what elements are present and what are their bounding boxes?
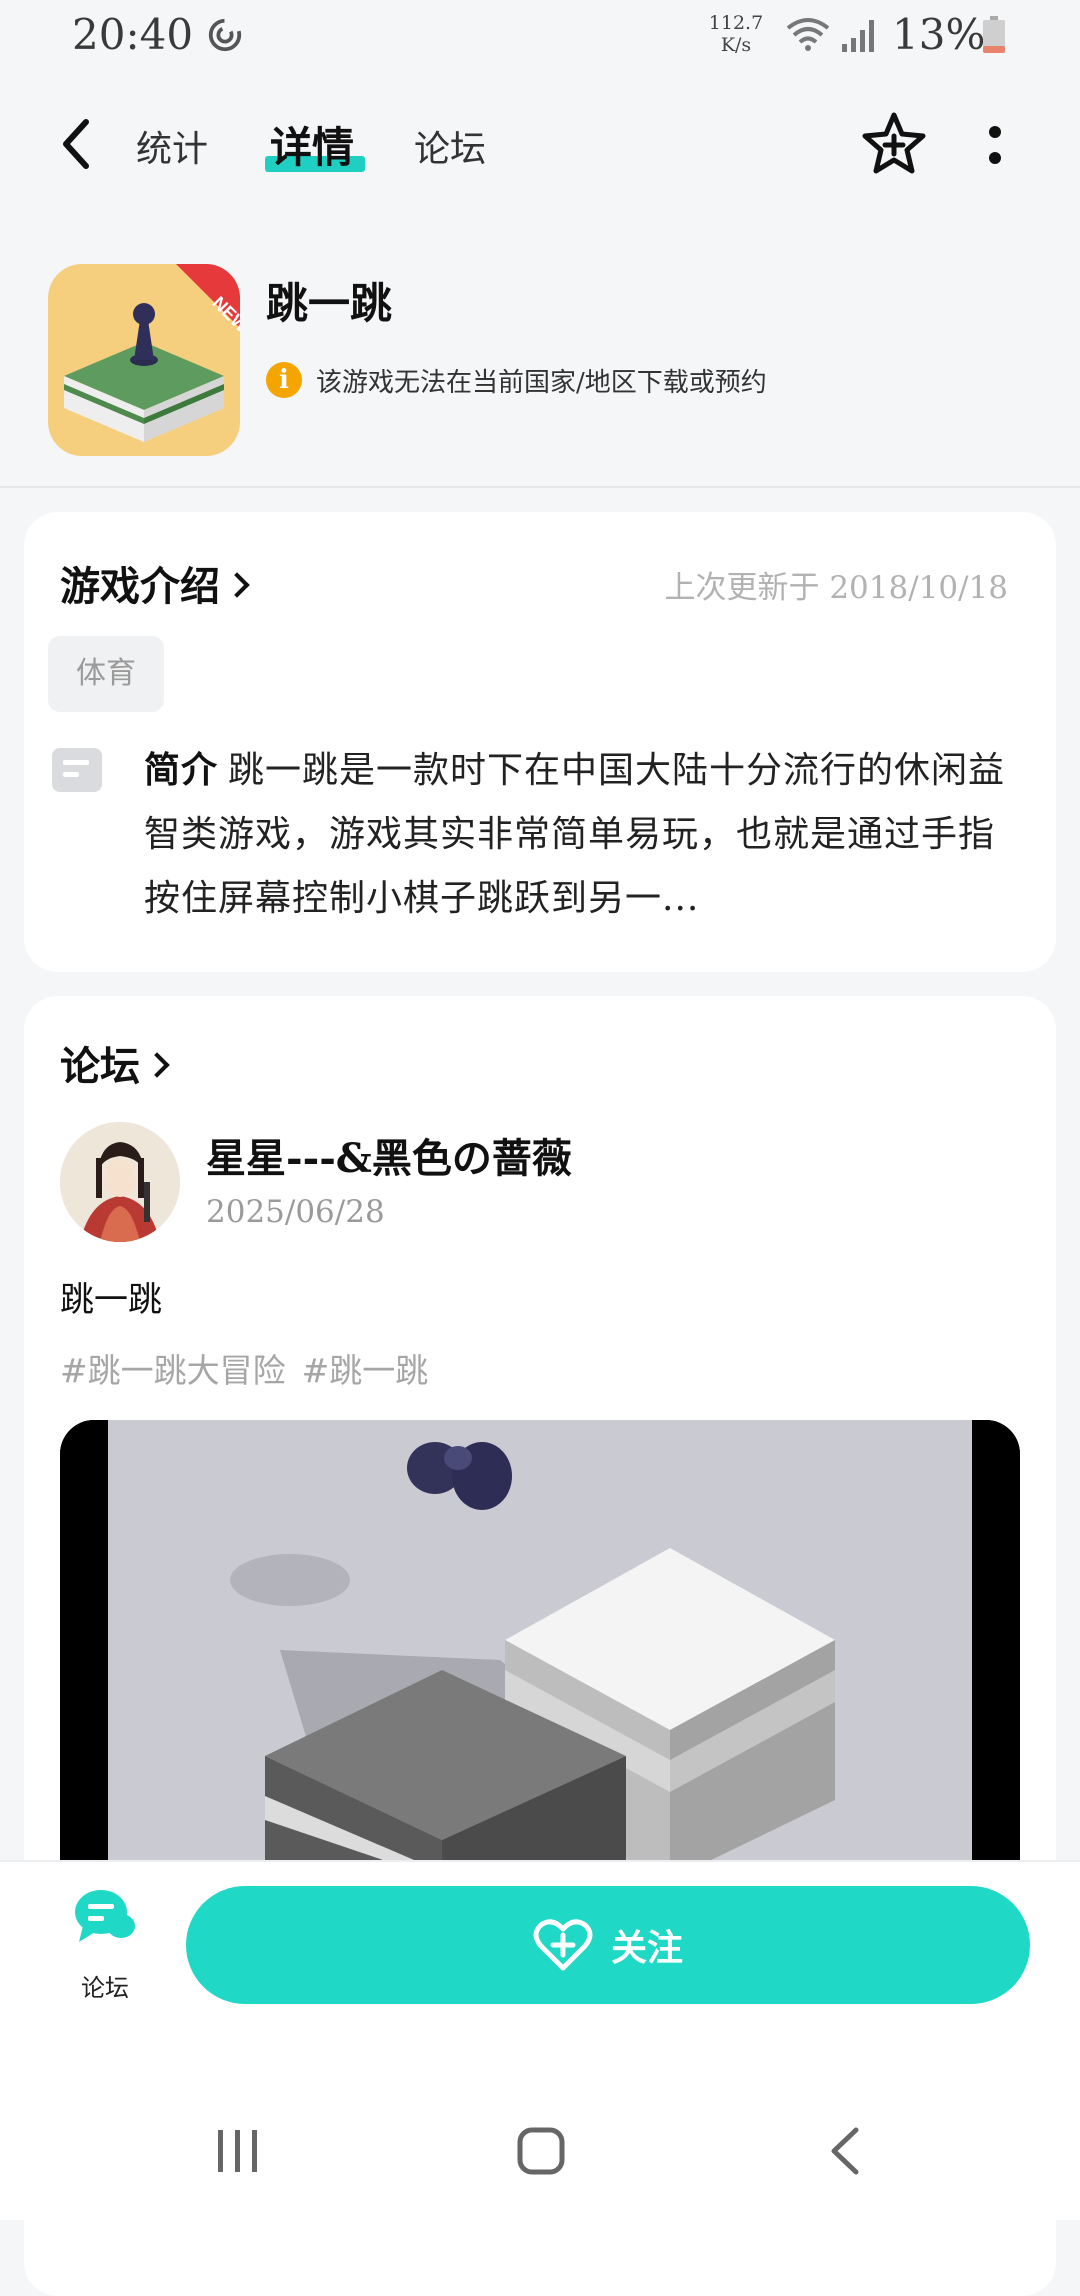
game-description[interactable]: 简介 跳一跳是一款时下在中国大陆十分流行的休闲益智类游戏，游戏其实非常简单易玩，也… — [144, 738, 1024, 930]
post-title[interactable]: 跳一跳 — [60, 1272, 162, 1321]
intro-title-text: 游戏介绍 — [60, 563, 220, 610]
forum-title-text: 论坛 — [60, 1043, 140, 1090]
system-back-icon[interactable] — [826, 2126, 866, 2176]
chat-bubble-icon — [75, 1890, 135, 1942]
battery-percent: 13% — [892, 10, 986, 59]
network-speed: 112.7 K/s — [706, 12, 766, 56]
forum-shortcut[interactable]: 论坛 — [60, 1888, 150, 2002]
hashtag[interactable]: #跳一跳大冒险 — [60, 1351, 286, 1390]
status-time: 20:40 — [72, 10, 194, 59]
network-speed-value: 112.7 — [708, 12, 764, 34]
forum-shortcut-label: 论坛 — [81, 1974, 129, 2002]
app-icon: NEW — [48, 264, 240, 456]
wifi-icon — [786, 18, 830, 51]
app-name: 跳一跳 — [266, 279, 393, 328]
chevron-right-icon — [224, 572, 250, 598]
tab-forum[interactable]: 论坛 — [414, 120, 486, 172]
avatar-image — [60, 1122, 180, 1242]
star-add-icon[interactable] — [860, 110, 928, 178]
genre-tag[interactable]: 体育 — [48, 636, 164, 712]
last-updated: 上次更新于 2018/10/18 — [664, 570, 1008, 606]
signal-icon — [842, 20, 874, 52]
post-image[interactable] — [60, 1420, 1020, 1880]
header-divider — [0, 486, 1080, 488]
description-label: 简介 — [144, 749, 219, 791]
heart-plus-icon — [533, 1919, 593, 1971]
more-vert-icon[interactable] — [980, 118, 1010, 174]
description-icon — [52, 748, 102, 792]
network-speed-unit: K/s — [720, 34, 752, 56]
post-username[interactable]: 星星---&黑色の蔷薇 — [206, 1126, 572, 1184]
system-nav-bar — [0, 2016, 1080, 2220]
follow-label: 关注 — [610, 1928, 683, 1969]
sync-icon — [208, 18, 242, 52]
forum-section-title[interactable]: 论坛 — [60, 1034, 170, 1092]
follow-button[interactable]: 关注 — [186, 1886, 1030, 2004]
recent-apps-icon[interactable] — [214, 2126, 262, 2176]
bottom-action-bar: 论坛 关注 — [0, 1860, 1080, 2018]
avatar[interactable] — [60, 1122, 180, 1242]
battery-icon — [983, 16, 1005, 53]
description-text: 跳一跳是一款时下在中国大陆十分流行的休闲益智类游戏，游戏其实非常简单易玩，也就是… — [144, 750, 1006, 919]
tab-details-label: 详情 — [270, 123, 355, 172]
tab-stats[interactable]: 统计 — [136, 120, 208, 172]
post-hashtags: #跳一跳大冒险 #跳一跳 — [60, 1344, 444, 1392]
home-icon[interactable] — [516, 2126, 566, 2176]
status-bar: 20:40 112.7 K/s 13% — [0, 0, 1080, 72]
hashtag[interactable]: #跳一跳 — [302, 1351, 429, 1390]
game-intro-card: 游戏介绍 上次更新于 2018/10/18 体育 简介 跳一跳是一款时下在中国大陆… — [24, 512, 1056, 972]
tab-forum-label: 论坛 — [414, 129, 487, 170]
chevron-right-icon — [144, 1052, 170, 1078]
top-nav: 统计 详情 论坛 — [0, 100, 1080, 190]
post-date: 2025/06/28 — [206, 1194, 385, 1230]
region-notice: i 该游戏无法在当前国家/地区下载或预约 — [266, 360, 767, 400]
game-screenshot — [60, 1420, 1020, 1880]
tab-stats-label: 统计 — [136, 129, 209, 170]
info-icon: i — [266, 362, 302, 398]
back-arrow-icon[interactable] — [54, 114, 104, 174]
tab-details[interactable]: 详情 — [270, 114, 354, 175]
intro-section-title[interactable]: 游戏介绍 — [60, 554, 250, 612]
region-notice-text: 该游戏无法在当前国家/地区下载或预约 — [316, 367, 767, 398]
game-cube-icon: NEW — [64, 264, 240, 442]
